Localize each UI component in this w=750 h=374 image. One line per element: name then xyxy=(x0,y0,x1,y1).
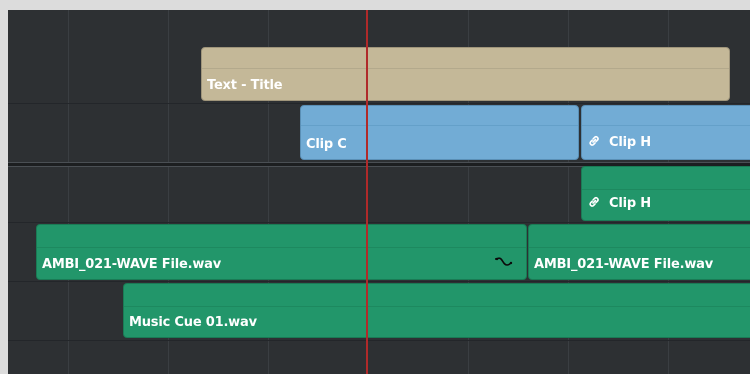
clip-label: AMBI_021-WAVE File.wav xyxy=(42,257,221,272)
clip-label: Text - Title xyxy=(207,78,283,93)
clip-midline xyxy=(582,125,750,126)
playhead[interactable] xyxy=(366,10,368,374)
clip-label-text: Clip H xyxy=(609,135,651,150)
clip-midline xyxy=(37,247,526,248)
video-clip-h[interactable]: Clip H xyxy=(581,105,750,160)
link-icon xyxy=(587,195,601,213)
video-clip-c[interactable]: Clip C xyxy=(300,105,579,160)
audio-clip-ambi-1[interactable]: AMBI_021-WAVE File.wav xyxy=(36,224,527,280)
audio-clip-h[interactable]: Clip H xyxy=(581,166,750,221)
clip-label-text: Clip H xyxy=(609,196,651,211)
clip-midline xyxy=(582,189,750,190)
clip-midline xyxy=(301,125,578,126)
clip-label: Clip C xyxy=(306,137,347,152)
timeline-panel[interactable]: Text - Title Clip C Clip H Clip H AMBI_0… xyxy=(8,10,750,374)
clip-label: Music Cue 01.wav xyxy=(129,315,257,330)
audio-clip-ambi-2[interactable]: AMBI_021-WAVE File.wav xyxy=(528,224,750,280)
clip-midline xyxy=(202,68,729,69)
clip-label: AMBI_021-WAVE File.wav xyxy=(534,257,713,272)
clip-midline xyxy=(124,306,750,307)
track-separator xyxy=(8,222,750,223)
clip-label: Clip H xyxy=(587,134,651,152)
clip-midline xyxy=(529,247,750,248)
track-separator xyxy=(8,103,750,104)
track-separator xyxy=(8,281,750,282)
title-clip[interactable]: Text - Title xyxy=(201,47,730,101)
track-separator xyxy=(8,340,750,341)
link-icon xyxy=(587,134,601,152)
clip-label: Clip H xyxy=(587,195,651,213)
audio-clip-music[interactable]: Music Cue 01.wav xyxy=(123,283,750,338)
timeline-gridline xyxy=(68,10,69,374)
audio-fade-icon[interactable] xyxy=(494,254,516,273)
